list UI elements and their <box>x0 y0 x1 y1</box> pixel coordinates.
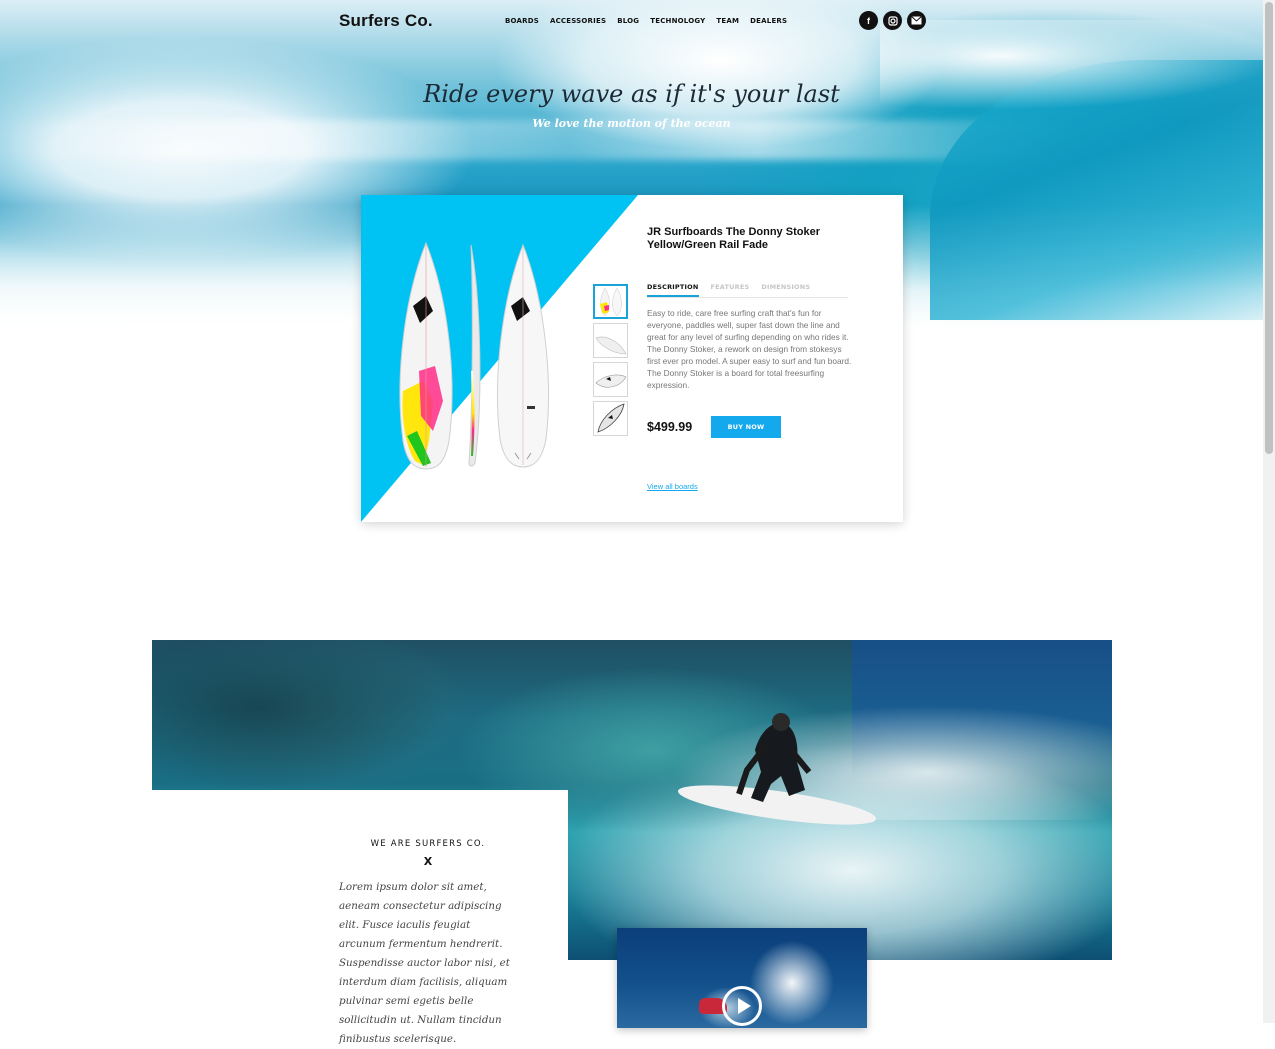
tab-features[interactable]: FEATURES <box>711 283 750 297</box>
top-navigation: Surfers Co. BOARDS ACCESSORIES BLOG TECH… <box>0 0 1263 44</box>
social-links: f <box>859 11 926 30</box>
nav-accessories[interactable]: ACCESSORIES <box>550 17 606 25</box>
product-price: $499.99 <box>647 420 693 434</box>
product-description: Easy to ride, care free surfing craft th… <box>647 308 852 390</box>
nav-team[interactable]: TEAM <box>716 17 739 25</box>
video-thumbnail[interactable] <box>617 928 867 1028</box>
facebook-icon[interactable]: f <box>859 11 878 30</box>
site-logo[interactable]: Surfers Co. <box>339 11 433 31</box>
nav-technology[interactable]: TECHNOLOGY <box>650 17 705 25</box>
instagram-icon[interactable] <box>883 11 902 30</box>
tab-description[interactable]: DESCRIPTION <box>647 283 699 297</box>
view-all-boards-link[interactable]: View all boards <box>647 482 698 491</box>
thumbnail-board-angle-2[interactable] <box>593 362 628 397</box>
about-title: WE ARE SURFERS CO. <box>370 839 486 849</box>
scrollbar-thumb[interactable] <box>1265 2 1273 454</box>
wave-shadow <box>152 640 452 790</box>
product-card: JR Surfboards The Donny Stoker Yellow/Gr… <box>361 195 903 522</box>
nav-dealers[interactable]: DEALERS <box>750 17 787 25</box>
mail-icon[interactable] <box>907 11 926 30</box>
buy-now-button[interactable]: BUY NOW <box>711 416 781 438</box>
nav-blog[interactable]: BLOG <box>617 17 639 25</box>
about-divider: X <box>423 855 433 868</box>
hero-title: Ride every wave as if it's your last <box>423 80 840 108</box>
surfer-figure <box>677 713 877 825</box>
thumbnail-board-angle-1[interactable] <box>593 323 628 358</box>
tab-dimensions[interactable]: DIMENSIONS <box>761 283 810 297</box>
thumbnail-list <box>593 284 628 436</box>
nav-boards[interactable]: BOARDS <box>505 17 539 25</box>
page-scrollbar[interactable] <box>1263 0 1275 1023</box>
product-tabs: DESCRIPTION FEATURES DIMENSIONS <box>647 283 848 298</box>
thumbnail-board-angle-3[interactable] <box>593 401 628 436</box>
product-name: JR Surfboards The Donny Stoker Yellow/Gr… <box>647 226 820 251</box>
main-nav: BOARDS ACCESSORIES BLOG TECHNOLOGY TEAM … <box>505 17 798 25</box>
play-icon[interactable] <box>722 986 762 1026</box>
hero-subtitle: We love the motion of the ocean <box>532 117 731 130</box>
thumbnail-board-front[interactable] <box>593 284 628 319</box>
surfboard-image <box>399 241 549 470</box>
about-text: Lorem ipsum dolor sit amet, aeneam conse… <box>339 881 510 1045</box>
